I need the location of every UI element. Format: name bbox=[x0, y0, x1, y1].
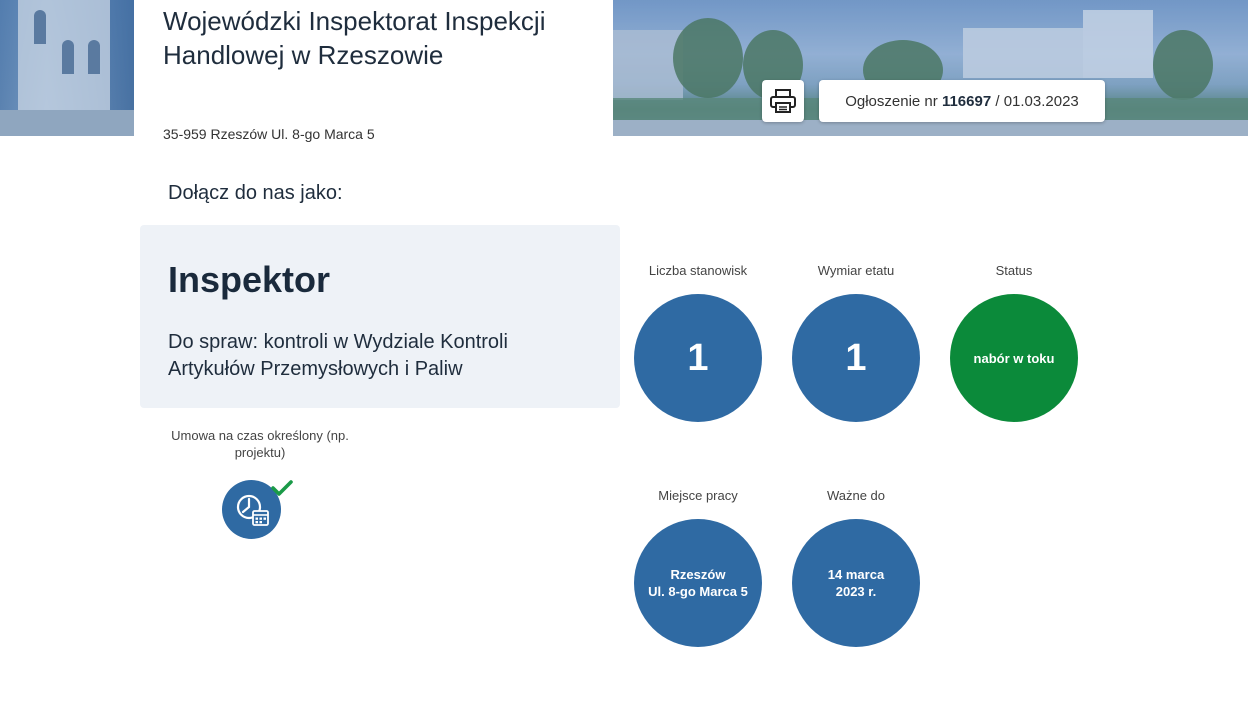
stat-location-line2: Ul. 8-go Marca 5 bbox=[648, 584, 748, 599]
stat-valid-until: Ważne do 14 marca 2023 r. bbox=[792, 485, 920, 647]
stat-location: Miejsce pracy Rzeszów Ul. 8-go Marca 5 bbox=[634, 485, 762, 647]
job-description: Do spraw: kontroli w Wydziale Kontroli A… bbox=[168, 331, 508, 380]
stat-valid-until-line2: 2023 r. bbox=[835, 584, 877, 599]
announcement-separator: / bbox=[995, 92, 1000, 110]
job-card: Inspektor Do spraw: kontroli w Wydziale … bbox=[140, 225, 620, 408]
stat-fte-circle: 1 bbox=[792, 294, 920, 422]
stat-valid-until-line1: 14 marca bbox=[827, 567, 885, 582]
stat-positions-label: Liczba stanowisk bbox=[648, 263, 748, 278]
page: Wojewódzki Inspektorat Inspekcji Handlow… bbox=[0, 0, 1248, 720]
announcement-badge: Ogłoszenie nr 116697 / 01.03.2023 bbox=[819, 80, 1105, 122]
stat-status-circle: nabór w toku bbox=[950, 294, 1078, 422]
announcement-date: 01.03.2023 bbox=[1003, 92, 1079, 110]
stat-location-line1: Rzeszów bbox=[670, 567, 726, 582]
stat-status-value: nabór w toku bbox=[973, 350, 1055, 366]
stat-positions-circle: 1 bbox=[634, 294, 762, 422]
stat-valid-until-circle: 14 marca 2023 r. bbox=[792, 519, 920, 647]
header-photo-left bbox=[0, 0, 134, 136]
stat-positions-value: 1 bbox=[687, 336, 709, 379]
job-title: Inspektor bbox=[168, 259, 331, 300]
stat-status-label: Status bbox=[995, 263, 1033, 278]
stat-valid-until-label: Ważne do bbox=[826, 488, 886, 503]
announcement-number: 116697 bbox=[941, 92, 992, 110]
join-us-label: Dołącz do nas jako: bbox=[168, 182, 343, 204]
stat-location-circle: Rzeszów Ul. 8-go Marca 5 bbox=[634, 519, 762, 647]
checkmark-icon bbox=[271, 480, 293, 496]
announcement-prefix: Ogłoszenie nr bbox=[845, 92, 938, 110]
stat-positions: Liczba stanowisk 1 bbox=[634, 260, 762, 422]
stat-fte-label: Wymiar etatu bbox=[817, 263, 895, 278]
printer-icon bbox=[770, 89, 796, 113]
print-button[interactable] bbox=[762, 80, 804, 122]
organization-name: Wojewódzki Inspektorat Inspekcji Handlow… bbox=[163, 6, 546, 70]
contract-type-label: Umowa na czas określony (np. projektu) bbox=[171, 428, 349, 460]
stat-location-label: Miejsce pracy bbox=[658, 488, 738, 503]
stat-fte: Wymiar etatu 1 bbox=[792, 260, 920, 422]
organization-address: 35-959 Rzeszów Ul. 8-go Marca 5 bbox=[163, 126, 375, 142]
stat-fte-value: 1 bbox=[845, 336, 867, 379]
organization-card: Wojewódzki Inspektorat Inspekcji Handlow… bbox=[134, 0, 613, 142]
stat-status: Status nabór w toku bbox=[950, 260, 1078, 422]
